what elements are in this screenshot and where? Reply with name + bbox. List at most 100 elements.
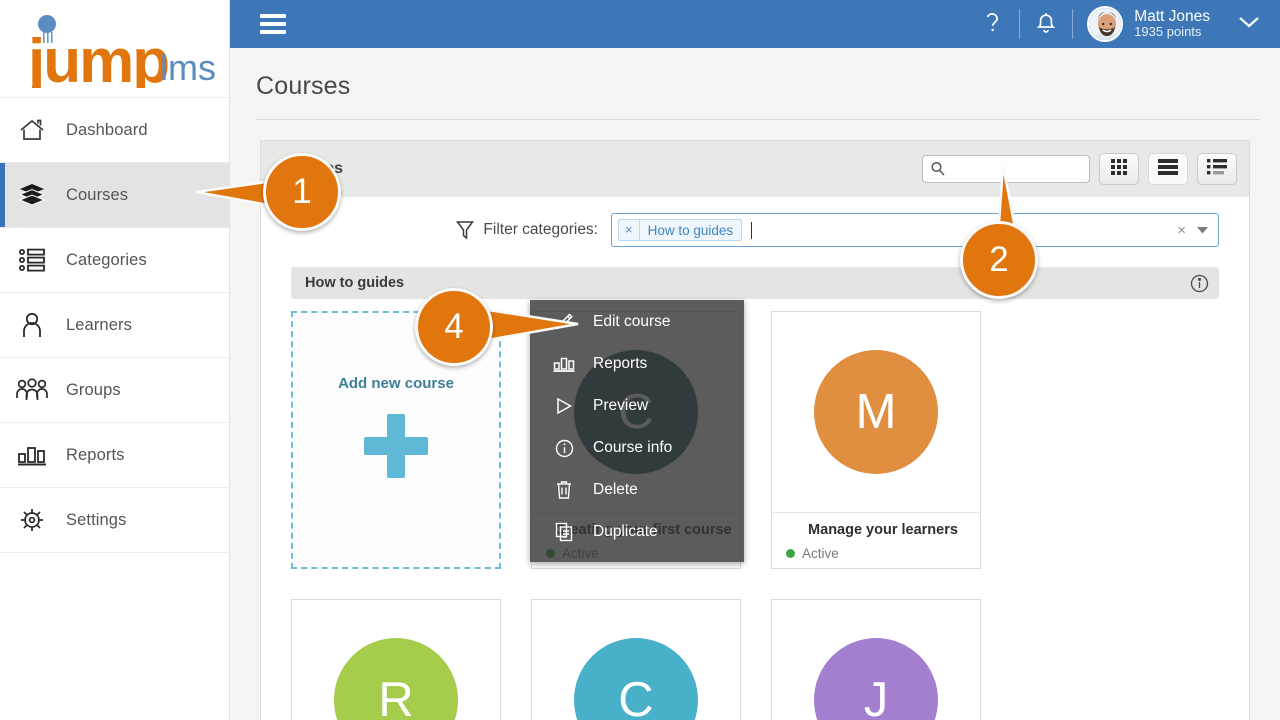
grid-icon — [1109, 157, 1129, 182]
callout-marker-2: 2 — [960, 221, 1038, 299]
brand-logo[interactable]: jump lms — [0, 0, 229, 97]
info-icon — [553, 439, 575, 458]
sidebar-item-courses[interactable]: Courses — [0, 163, 229, 228]
text-cursor — [751, 221, 753, 239]
course-card[interactable]: M Manage your learners Active — [771, 311, 981, 569]
caret-down-icon[interactable] — [1196, 226, 1209, 235]
trash-icon — [553, 480, 575, 500]
context-menu-item-duplicate[interactable]: Duplicate — [531, 511, 743, 553]
filter-token[interactable]: × How to guides — [618, 219, 743, 241]
filter-label-group: Filter categories: — [456, 220, 598, 240]
callout-marker-1: 1 — [263, 153, 341, 231]
filter-row: Filter categories: × How to guides × — [261, 197, 1249, 247]
topbar-actions: Matt Jones 1935 points — [967, 0, 1280, 48]
sidebar: jump lms Dashboard Courses Categories Le… — [0, 0, 230, 720]
course-card[interactable]: C — [531, 599, 741, 720]
course-card[interactable]: J — [771, 599, 981, 720]
context-menu-label: Edit course — [593, 313, 671, 330]
rows-icon — [1157, 158, 1179, 181]
course-initial: M — [814, 350, 938, 474]
bar-chart-icon — [553, 355, 575, 373]
list-icon — [14, 243, 50, 277]
user-icon — [14, 308, 50, 342]
course-initial: R — [334, 638, 458, 720]
status-label: Active — [802, 546, 839, 561]
gear-icon — [14, 503, 50, 537]
sidebar-nav: Dashboard Courses Categories Learners Gr… — [0, 97, 229, 553]
sidebar-item-label: Learners — [66, 315, 132, 334]
status-dot-icon — [786, 549, 795, 558]
search-icon — [930, 161, 946, 177]
main-content: Courses Courses — [230, 48, 1280, 720]
sidebar-item-label: Groups — [66, 380, 121, 399]
context-menu-item-course-info[interactable]: Course info — [531, 427, 743, 469]
topbar: Matt Jones 1935 points — [230, 0, 1280, 48]
marker-number: 4 — [444, 307, 464, 346]
sidebar-item-label: Dashboard — [66, 120, 148, 139]
svg-text:jump: jump — [27, 27, 168, 88]
context-menu-label: Preview — [593, 397, 649, 414]
funnel-icon — [456, 220, 475, 240]
course-card-footer: Manage your learners Active — [772, 512, 980, 569]
svg-text:lms: lms — [160, 47, 216, 88]
sidebar-item-categories[interactable]: Categories — [0, 228, 229, 293]
title-divider — [256, 119, 1260, 120]
info-icon[interactable] — [1190, 274, 1209, 293]
field-actions: × — [1177, 222, 1212, 239]
users-icon — [14, 373, 50, 407]
category-filter-field[interactable]: × How to guides × — [611, 213, 1219, 247]
filter-token-label: How to guides — [647, 222, 734, 238]
sidebar-item-groups[interactable]: Groups — [0, 358, 229, 423]
course-card[interactable]: R Running reports Active — [291, 599, 501, 720]
callout-marker-4: 4 — [415, 288, 493, 366]
sidebar-item-reports[interactable]: Reports — [0, 423, 229, 488]
category-title: How to guides — [305, 275, 405, 291]
context-menu-label: Reports — [593, 355, 648, 372]
sidebar-item-label: Reports — [66, 445, 125, 464]
category-header: How to guides — [291, 267, 1219, 299]
user-menu[interactable]: Matt Jones 1935 points — [1073, 0, 1216, 48]
notifications-button[interactable] — [1020, 0, 1072, 48]
large-list-view-button[interactable] — [1148, 153, 1188, 185]
courses-panel: Courses — [260, 140, 1250, 720]
marker-number: 1 — [292, 172, 312, 211]
question-mark-icon — [984, 10, 1002, 39]
panel-header-actions — [922, 153, 1237, 185]
context-menu-item-preview[interactable]: Preview — [531, 385, 743, 427]
course-thumbnail: C — [532, 600, 740, 720]
detail-list-view-button[interactable] — [1197, 153, 1237, 185]
user-info: Matt Jones 1935 points — [1134, 8, 1210, 40]
context-menu-label: Course info — [593, 439, 673, 456]
context-menu-label: Delete — [593, 481, 638, 498]
course-thumbnail: R — [292, 600, 500, 720]
add-new-course-label: Add new course — [338, 375, 454, 392]
hamburger-icon[interactable] — [260, 14, 286, 34]
help-button[interactable] — [967, 0, 1019, 48]
bell-icon — [1035, 10, 1057, 39]
plus-icon — [364, 414, 428, 478]
jumplms-logo: jump lms — [12, 10, 217, 96]
chevron-down-icon[interactable] — [1238, 15, 1260, 34]
sidebar-item-dashboard[interactable]: Dashboard — [0, 98, 229, 163]
status-badge: Active — [786, 546, 980, 561]
clear-all-icon[interactable]: × — [1177, 222, 1186, 239]
filter-label: Filter categories: — [483, 221, 598, 238]
context-menu-item-delete[interactable]: Delete — [531, 469, 743, 511]
avatar — [1087, 6, 1124, 42]
home-icon — [14, 113, 50, 147]
grid-view-button[interactable] — [1099, 153, 1139, 185]
sidebar-item-label: Settings — [66, 510, 127, 529]
sidebar-item-label: Courses — [66, 185, 129, 204]
sidebar-item-learners[interactable]: Learners — [0, 293, 229, 358]
sidebar-item-settings[interactable]: Settings — [0, 488, 229, 553]
close-icon[interactable]: × — [619, 220, 640, 240]
copy-icon — [553, 522, 575, 542]
detail-list-icon — [1206, 158, 1228, 181]
user-name: Matt Jones — [1134, 8, 1210, 26]
marker-number: 2 — [989, 240, 1009, 279]
course-thumbnail: M — [772, 312, 980, 512]
sidebar-item-label: Categories — [66, 250, 147, 269]
app-root: jump lms Dashboard Courses Categories Le… — [0, 0, 1280, 720]
context-menu-label: Duplicate — [593, 523, 658, 540]
play-icon — [553, 397, 575, 415]
